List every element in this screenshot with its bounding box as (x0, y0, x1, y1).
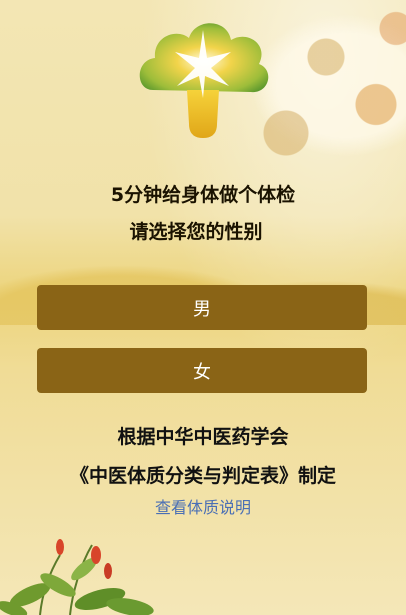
mushroom-sun-logo-icon (139, 23, 269, 138)
reference-line-1: 根据中华中医药学会 (117, 426, 289, 448)
constitution-info-link[interactable]: 查看体质说明 (0, 494, 406, 518)
herb-plant-icon (0, 539, 154, 615)
male-button[interactable]: 男 (37, 285, 367, 330)
gender-prompt: 请选择您的性别 (129, 221, 263, 243)
page-title: 5分钟给身体做个体检 (110, 184, 296, 206)
reference-line-2: 《中医体质分类与判定表》制定 (69, 465, 336, 487)
female-button[interactable]: 女 (37, 348, 367, 393)
